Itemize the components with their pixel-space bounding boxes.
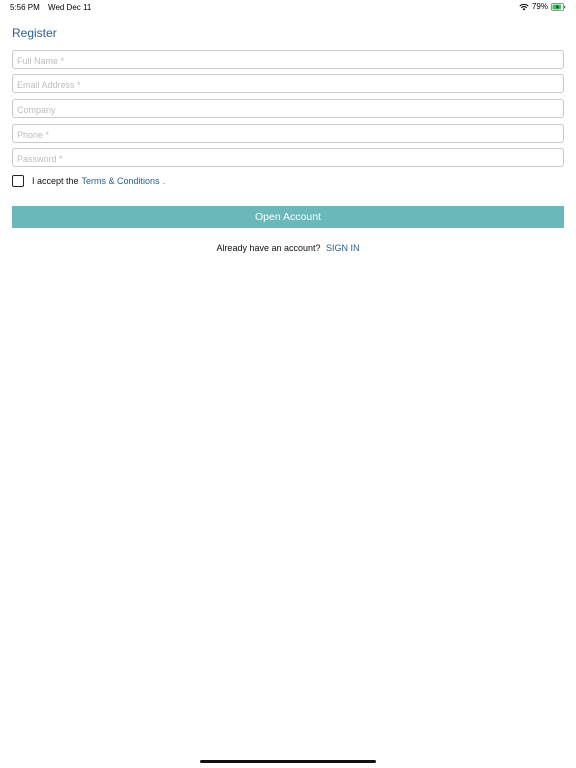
page-title: Register	[12, 26, 57, 40]
full-name-input[interactable]	[13, 52, 563, 70]
battery-charging-icon	[551, 2, 566, 11]
password-input[interactable]	[13, 150, 563, 168]
status-time: 5:56 PM	[10, 3, 40, 12]
status-indicators: 79%	[519, 2, 566, 11]
signin-row: Already have an account? SIGN IN	[0, 243, 576, 253]
terms-link[interactable]: Terms & Conditions	[82, 176, 160, 186]
open-account-button[interactable]: Open Account	[12, 206, 564, 228]
terms-row: I accept the Terms & Conditions .	[12, 175, 165, 187]
wifi-icon	[519, 3, 529, 10]
status-date: Wed Dec 11	[48, 3, 92, 12]
full-name-field[interactable]	[12, 50, 564, 70]
terms-checkbox[interactable]	[12, 175, 24, 187]
phone-field[interactable]	[12, 124, 564, 144]
signin-link[interactable]: SIGN IN	[326, 243, 360, 253]
password-field[interactable]	[12, 148, 564, 168]
company-input[interactable]	[13, 101, 563, 119]
status-bar: 5:56 PM Wed Dec 11 79%	[0, 0, 576, 14]
phone-input[interactable]	[13, 126, 563, 144]
company-field[interactable]	[12, 99, 564, 119]
battery-percent: 79%	[531, 2, 548, 11]
terms-suffix: .	[162, 176, 166, 186]
signin-prompt: Already have an account?	[216, 243, 321, 253]
terms-prefix: I accept the	[32, 176, 79, 186]
email-field[interactable]	[12, 74, 564, 94]
home-indicator	[200, 760, 376, 763]
status-time-date: 5:56 PM Wed Dec 11	[10, 3, 91, 12]
email-input[interactable]	[13, 76, 563, 94]
